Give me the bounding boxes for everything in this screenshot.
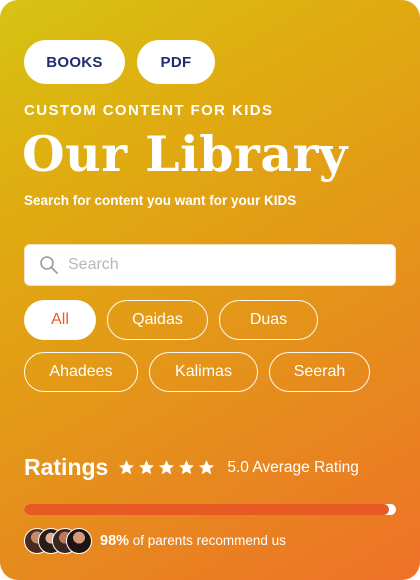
filter-chip-duas[interactable]: Duas: [219, 300, 318, 340]
recommend-text: 98% of parents recommend us: [100, 533, 286, 549]
eyebrow-text: CUSTOM CONTENT FOR KIDS: [24, 102, 274, 119]
pdf-button[interactable]: PDF: [137, 40, 215, 84]
rating-stars: [118, 459, 215, 476]
recommend-row: 98% of parents recommend us: [24, 528, 286, 554]
filter-chip-seerah[interactable]: Seerah: [269, 352, 370, 392]
filter-chip-qaidas[interactable]: Qaidas: [107, 300, 208, 340]
ratings-section: Ratings 5.0 Average Rating: [24, 454, 359, 481]
parent-avatars: [24, 528, 92, 554]
filter-row-1: All Qaidas Duas: [24, 300, 396, 340]
filter-chips: All Qaidas Duas Ahadees Kalimas Seerah: [24, 300, 396, 404]
filter-row-2: Ahadees Kalimas Seerah: [24, 352, 396, 392]
recommend-progress-bar: [24, 504, 396, 515]
search-input[interactable]: [68, 256, 368, 274]
filter-chip-kalimas[interactable]: Kalimas: [149, 352, 258, 392]
star-icon: [178, 459, 195, 476]
filter-chip-ahadees[interactable]: Ahadees: [24, 352, 138, 392]
page-subtitle: Search for content you want for your KID…: [24, 193, 297, 208]
books-button[interactable]: BOOKS: [24, 40, 125, 84]
star-icon: [198, 459, 215, 476]
star-icon: [118, 459, 135, 476]
avatar: [66, 528, 92, 554]
average-rating-text: 5.0 Average Rating: [227, 458, 359, 476]
filter-chip-all[interactable]: All: [24, 300, 96, 340]
search-box[interactable]: [24, 244, 396, 286]
search-icon: [39, 255, 59, 275]
ratings-title: Ratings: [24, 454, 109, 480]
star-icon: [138, 459, 155, 476]
library-card: BOOKS PDF CUSTOM CONTENT FOR KIDS Our Li…: [0, 0, 420, 580]
recommend-percent: 98%: [100, 533, 130, 549]
format-buttons: BOOKS PDF: [24, 40, 215, 84]
page-title: Our Library: [22, 125, 348, 183]
recommend-progress-fill: [24, 504, 389, 515]
star-icon: [158, 459, 175, 476]
recommend-caption: of parents recommend us: [129, 533, 286, 548]
